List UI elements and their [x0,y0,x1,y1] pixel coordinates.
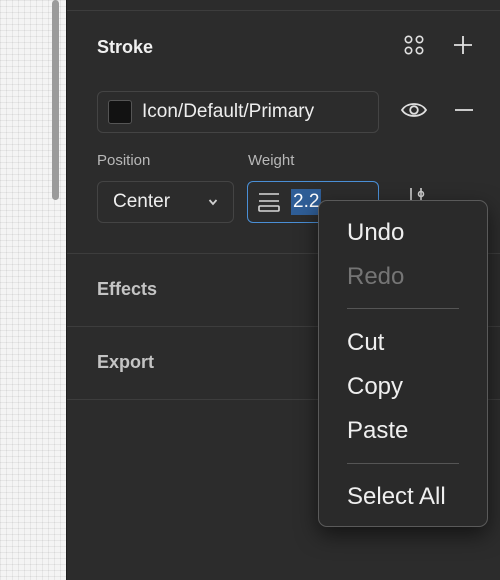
menu-item-select-all[interactable]: Select All [347,483,446,511]
stroke-fill-field[interactable]: Icon/Default/Primary [97,91,379,133]
weight-value: 2.2 [291,189,322,215]
canvas-scrollbar[interactable] [52,0,59,200]
remove-stroke-button[interactable] [450,98,478,126]
plus-icon [452,34,474,61]
section-divider [67,10,500,11]
position-label: Position [97,152,151,169]
menu-item-paste[interactable]: Paste [347,417,408,445]
stroke-fill-name: Icon/Default/Primary [142,101,315,122]
menu-separator [347,463,459,464]
eye-icon [400,96,428,129]
menu-item-redo[interactable]: Redo [347,263,404,291]
toggle-visibility-button[interactable] [400,98,428,126]
stroke-settings-icon[interactable] [405,186,429,200]
styles-button[interactable] [400,33,428,61]
menu-item-cut[interactable]: Cut [347,329,384,357]
export-section-title[interactable]: Export [97,352,154,373]
position-select[interactable]: Center [97,181,234,223]
add-stroke-button[interactable] [449,33,477,61]
context-menu: Undo Redo Cut Copy Paste Select All [318,200,488,527]
minus-icon [453,99,475,126]
stroke-section-title: Stroke [97,37,154,57]
stroke-weight-icon [257,190,281,214]
weight-label: Weight [248,152,295,169]
color-swatch[interactable] [108,100,132,124]
effects-section-title[interactable]: Effects [97,279,157,300]
chevron-down-icon [207,195,219,213]
position-value: Center [113,191,171,212]
menu-item-copy[interactable]: Copy [347,373,403,401]
menu-separator [347,308,459,309]
four-dots-icon [402,33,426,62]
design-canvas[interactable] [0,0,66,580]
menu-item-undo[interactable]: Undo [347,219,404,247]
